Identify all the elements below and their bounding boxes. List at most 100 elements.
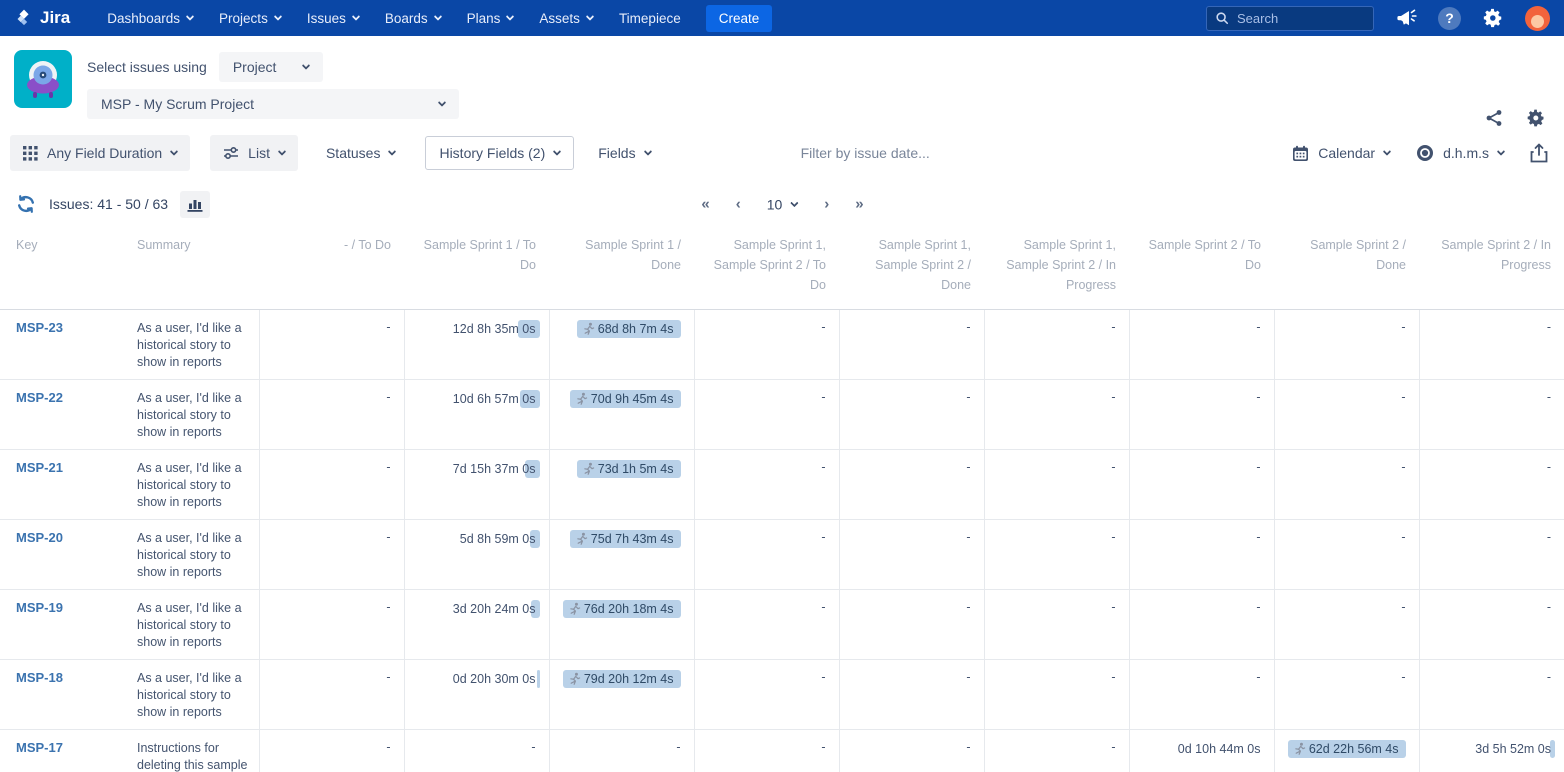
duration-cell: -: [404, 730, 549, 772]
chevron-down-icon: [352, 12, 360, 20]
duration-cell: -: [259, 730, 404, 772]
chevron-down-icon: [186, 12, 194, 20]
duration-cell: -: [839, 520, 984, 590]
column-header-9: Sample Sprint 2 / Done: [1274, 227, 1419, 310]
create-button[interactable]: Create: [706, 5, 773, 32]
nav-item-plans[interactable]: Plans: [456, 0, 525, 36]
empty-duration: -: [1111, 600, 1115, 614]
next-page-button[interactable]: ›: [824, 196, 828, 213]
global-search[interactable]: [1206, 6, 1374, 31]
duration-cell: -: [1419, 590, 1564, 660]
issue-key-link[interactable]: MSP-22: [16, 390, 63, 405]
calendar-select[interactable]: Calendar: [1292, 145, 1390, 162]
empty-duration: -: [1547, 320, 1551, 334]
nav-item-assets[interactable]: Assets: [528, 0, 604, 36]
bar-chart-button[interactable]: [180, 191, 210, 218]
empty-duration: -: [1401, 670, 1405, 684]
issue-summary-cell: As a user, I'd like a historical story t…: [115, 450, 259, 520]
gear-icon[interactable]: [1526, 108, 1546, 128]
issue-key-link[interactable]: MSP-17: [16, 740, 63, 755]
duration-value: 79d 20h 12m 4s: [584, 672, 674, 686]
issue-key-cell: MSP-21: [0, 450, 115, 520]
settings-icon[interactable]: [1482, 7, 1504, 29]
refresh-icon[interactable]: [16, 194, 36, 214]
duration-format-select[interactable]: d.h.m.s: [1416, 144, 1504, 162]
duration-cell: -: [984, 310, 1129, 380]
nav-item-issues[interactable]: Issues: [296, 0, 370, 36]
empty-duration: -: [1111, 460, 1115, 474]
duration-cell: -: [694, 520, 839, 590]
chevron-down-icon: [433, 12, 441, 20]
issue-key-link[interactable]: MSP-19: [16, 600, 63, 615]
nav-item-label: Dashboards: [107, 11, 180, 26]
duration-cell: 68d 8h 7m 4s: [549, 310, 694, 380]
nav-item-dashboards[interactable]: Dashboards: [96, 0, 204, 36]
jira-brand[interactable]: Jira: [14, 8, 70, 28]
duration-value: 73d 1h 5m 4s: [598, 462, 674, 476]
share-icon[interactable]: [1484, 108, 1504, 128]
issue-key-link[interactable]: MSP-20: [16, 530, 63, 545]
issue-key-link[interactable]: MSP-21: [16, 460, 63, 475]
prev-page-button[interactable]: ‹: [736, 196, 740, 213]
duration-value-wrap: 7d 15h 37m 0s: [453, 460, 536, 478]
issue-key-link[interactable]: MSP-18: [16, 670, 63, 685]
duration-cell: 5d 8h 59m 0s: [404, 520, 549, 590]
duration-cell: -: [1129, 310, 1274, 380]
issue-key-cell: MSP-19: [0, 590, 115, 660]
project-select[interactable]: MSP - My Scrum Project: [87, 89, 459, 119]
duration-cell: -: [1274, 380, 1419, 450]
issue-key-link[interactable]: MSP-23: [16, 320, 63, 335]
nav-item-label: Assets: [539, 11, 580, 26]
user-avatar[interactable]: [1525, 6, 1550, 31]
runner-icon: [567, 672, 581, 686]
duration-cell: -: [984, 450, 1129, 520]
issue-summary-cell: As a user, I'd like a historical story t…: [115, 590, 259, 660]
nav-menu: Dashboards ProjectsIssuesBoardsPlans Asset…: [96, 0, 691, 36]
duration-cell: -: [984, 730, 1129, 772]
empty-duration: -: [386, 530, 390, 544]
duration-cell: -: [259, 660, 404, 730]
duration-cell: 62d 22h 56m 4s: [1274, 730, 1419, 772]
fields-select[interactable]: Fields: [598, 145, 650, 161]
duration-highlight-bar: [537, 670, 540, 688]
duration-cell: 0d 10h 44m 0s: [1129, 730, 1274, 772]
duration-cell: 75d 7h 43m 4s: [549, 520, 694, 590]
nav-item-timepiece[interactable]: Timepiece: [608, 0, 692, 36]
empty-duration: -: [1401, 320, 1405, 334]
table-header-row: KeySummary- / To DoSample Sprint 1 / To …: [0, 227, 1564, 310]
empty-duration: -: [1111, 320, 1115, 334]
duration-cell: -: [1419, 310, 1564, 380]
metric-label: Any Field Duration: [47, 145, 162, 161]
column-header-1: Summary: [115, 227, 259, 310]
history-fields-label: History Fields (2): [439, 145, 545, 161]
history-fields-select[interactable]: History Fields (2): [425, 136, 574, 170]
duration-cell: -: [984, 590, 1129, 660]
statuses-select[interactable]: Statuses: [326, 145, 395, 161]
last-page-button[interactable]: »: [855, 196, 862, 213]
runner-icon: [1292, 742, 1306, 756]
help-icon[interactable]: ?: [1438, 7, 1461, 30]
runner-icon: [581, 322, 595, 336]
issue-date-filter[interactable]: Filter by issue date...: [801, 145, 1293, 161]
duration-badge: 62d 22h 56m 4s: [1288, 740, 1406, 758]
export-icon[interactable]: [1530, 143, 1548, 163]
empty-duration: -: [966, 320, 970, 334]
top-navbar: Jira Dashboards ProjectsIssuesBoardsPlans…: [0, 0, 1564, 36]
metric-select[interactable]: Any Field Duration: [10, 135, 190, 171]
duration-cell: -: [1129, 660, 1274, 730]
page-size-select[interactable]: 10: [767, 196, 798, 212]
nav-item-projects[interactable]: Projects: [208, 0, 292, 36]
empty-duration: -: [966, 460, 970, 474]
duration-value-wrap: 3d 5h 52m 0s: [1475, 740, 1551, 758]
duration-badge: 75d 7h 43m 4s: [570, 530, 681, 548]
duration-badge: 79d 20h 12m 4s: [563, 670, 681, 688]
duration-value-wrap: 5d 8h 59m 0s: [460, 530, 536, 548]
issue-summary-cell: Instructions for deleting this sample bo…: [115, 730, 259, 772]
issue-source-select[interactable]: Project: [219, 52, 323, 82]
announcements-icon[interactable]: [1395, 8, 1417, 28]
view-select[interactable]: List: [210, 135, 298, 171]
search-input[interactable]: [1237, 11, 1357, 26]
jira-logo-icon: [14, 8, 34, 28]
first-page-button[interactable]: «: [701, 196, 708, 213]
nav-item-boards[interactable]: Boards: [374, 0, 452, 36]
